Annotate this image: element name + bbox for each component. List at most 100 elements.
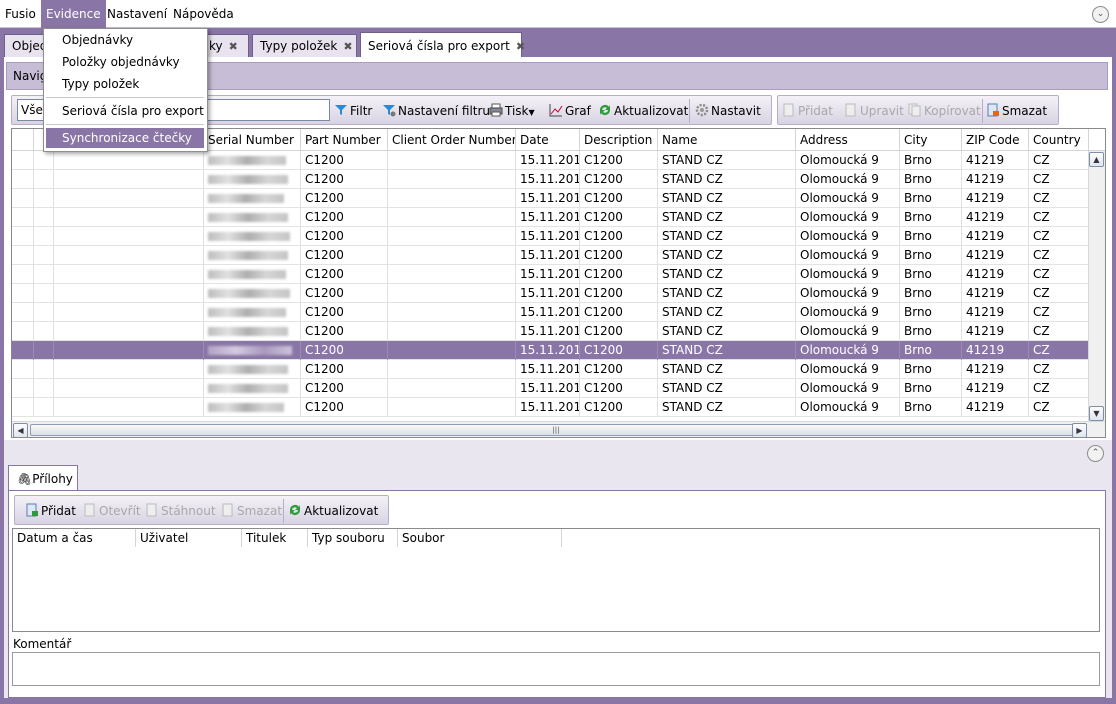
scroll-up-icon[interactable]: ▲ <box>1089 152 1104 167</box>
table-row[interactable]: C120015.11.2016C1200STAND CZOlomoucká 9B… <box>12 360 1089 379</box>
table-cell: Brno <box>900 151 962 170</box>
row-checkbox[interactable] <box>34 189 54 208</box>
table-cell: C1200 <box>580 398 658 417</box>
tab-close-icon[interactable]: ✖ <box>343 40 352 53</box>
table-row[interactable]: C120015.11.2016C1200STAND CZOlomoucká 9B… <box>12 246 1089 265</box>
column-header[interactable]: Part Number <box>301 129 388 151</box>
table-cell: STAND CZ <box>658 360 796 379</box>
redacted-serial-number <box>208 327 288 336</box>
table-cell: 15.11.2016 <box>516 227 580 246</box>
column-header[interactable]: Soubor <box>398 529 562 547</box>
attachment-refresh-button[interactable]: Aktualizovat <box>288 496 378 526</box>
row-checkbox[interactable] <box>34 341 54 360</box>
table-row[interactable]: C120015.11.2016C1200STAND CZOlomoucká 9B… <box>12 341 1089 360</box>
filter-settings-button[interactable]: Nastavení filtru <box>382 96 490 126</box>
filter-button[interactable]: Filtr <box>334 96 372 126</box>
refresh-button[interactable]: Aktualizovat <box>598 96 688 126</box>
row-checkbox[interactable] <box>34 360 54 379</box>
tab-typy-polozek[interactable]: Typy položek ✖ <box>252 34 357 57</box>
attachment-open-button[interactable]: Otevřít <box>83 496 141 526</box>
table-row[interactable]: C120015.11.2016C1200STAND CZOlomoucká 9B… <box>12 208 1089 227</box>
scroll-down-icon[interactable]: ▼ <box>1089 406 1104 421</box>
horizontal-scrollbar[interactable]: ◀ ||| ▶ <box>12 421 1105 437</box>
table-cell: STAND CZ <box>658 227 796 246</box>
scroll-right-icon[interactable]: ▶ <box>1072 423 1087 437</box>
column-header[interactable]: Client Order Number <box>388 129 516 151</box>
table-cell: CZ <box>1029 322 1089 341</box>
tab-close-icon[interactable]: ✖ <box>516 40 525 53</box>
table-cell <box>204 189 301 208</box>
menu-item-polozky-objednavky[interactable]: Položky objednávky <box>62 55 180 69</box>
menu-item-objednavky[interactable]: Objednávky <box>62 33 133 47</box>
column-header[interactable]: Typ souboru <box>308 529 398 547</box>
row-checkbox[interactable] <box>34 284 54 303</box>
tab-seriova-cisla[interactable]: Seriová čísla pro export ✖ <box>360 32 525 58</box>
comment-field[interactable] <box>12 652 1100 686</box>
collapse-panel-icon[interactable]: ⌃ <box>1087 445 1104 462</box>
copy-button[interactable]: Kopírovat <box>908 96 981 126</box>
row-checkbox[interactable] <box>34 227 54 246</box>
collapse-ribbon-icon[interactable]: ⌄ <box>1092 6 1109 23</box>
print-button[interactable]: Tisk▼ <box>489 96 535 126</box>
table-cell: Brno <box>900 398 962 417</box>
column-header[interactable]: City <box>900 129 962 151</box>
edit-button[interactable]: Upravit <box>844 96 904 126</box>
redacted-serial-number <box>208 232 290 241</box>
attachment-add-button[interactable]: Přidat <box>25 496 76 526</box>
table-row[interactable]: C120015.11.2016C1200STAND CZOlomoucká 9B… <box>12 189 1089 208</box>
table-row[interactable]: C120015.11.2016C1200STAND CZOlomoucká 9B… <box>12 303 1089 322</box>
row-checkbox[interactable] <box>34 398 54 417</box>
menu-nastaveni[interactable]: Nastavení <box>102 0 172 28</box>
row-checkbox[interactable] <box>34 322 54 341</box>
tab-close-icon[interactable]: ✖ <box>229 40 238 53</box>
chart-button[interactable]: Graf <box>549 96 591 126</box>
vertical-scrollbar[interactable]: ▲ ▼ <box>1088 151 1105 423</box>
menu-item-typy-polozek[interactable]: Typy položek <box>62 77 139 91</box>
attachment-delete-button[interactable]: Smazat <box>221 496 282 526</box>
table-cell: 15.11.2016 <box>516 151 580 170</box>
menu-fusio[interactable]: Fusio <box>0 0 41 28</box>
scroll-thumb[interactable]: ||| <box>30 424 1082 436</box>
row-checkbox[interactable] <box>34 303 54 322</box>
row-checkbox[interactable] <box>34 208 54 227</box>
row-checkbox[interactable] <box>34 170 54 189</box>
add-button[interactable]: Přidat <box>782 96 833 126</box>
column-header[interactable]: Description <box>580 129 658 151</box>
menu-item-seriova-cisla[interactable]: Seriová čísla pro export <box>62 104 204 118</box>
table-row[interactable]: C120015.11.2016C1200STAND CZOlomoucká 9B… <box>12 227 1089 246</box>
row-checkbox[interactable] <box>34 265 54 284</box>
table-row[interactable]: C120015.11.2016C1200STAND CZOlomoucká 9B… <box>12 398 1089 417</box>
column-header[interactable]: Country <box>1029 129 1089 151</box>
column-header[interactable]: Titulek <box>242 529 308 547</box>
table-row[interactable]: C120015.11.2016C1200STAND CZOlomoucká 9B… <box>12 284 1089 303</box>
table-cell: C1200 <box>301 341 388 360</box>
column-header[interactable]: Date <box>516 129 580 151</box>
column-header[interactable]: Datum a čas <box>13 529 136 547</box>
table-cell: C1200 <box>301 246 388 265</box>
column-header[interactable]: ZIP Code <box>962 129 1029 151</box>
refresh-icon <box>600 105 610 115</box>
delete-button[interactable]: Smazat <box>986 96 1047 126</box>
row-checkbox[interactable] <box>34 379 54 398</box>
settings-button[interactable]: Nastavit <box>695 96 761 126</box>
tab-attachments[interactable]: 🖇Přílohy <box>8 465 78 491</box>
table-cell: Olomoucká 9 <box>796 246 900 265</box>
attachment-download-button[interactable]: Stáhnout <box>145 496 216 526</box>
table-row[interactable]: C120015.11.2016C1200STAND CZOlomoucká 9B… <box>12 265 1089 284</box>
menu-evidence[interactable]: Evidence <box>41 0 106 28</box>
scroll-left-icon[interactable]: ◀ <box>13 423 28 437</box>
row-checkbox[interactable] <box>34 151 54 170</box>
column-header[interactable]: Name <box>658 129 796 151</box>
row-checkbox[interactable] <box>34 246 54 265</box>
menu-item-synchronizace-ctecky[interactable]: Synchronizace čtečky <box>46 128 204 148</box>
table-row[interactable]: C120015.11.2016C1200STAND CZOlomoucká 9B… <box>12 170 1089 189</box>
column-header[interactable]: Serial Number <box>204 129 301 151</box>
column-header[interactable]: Address <box>796 129 900 151</box>
column-header[interactable]: Uživatel <box>136 529 242 547</box>
table-row[interactable]: C120015.11.2016C1200STAND CZOlomoucká 9B… <box>12 151 1089 170</box>
menu-napoveda[interactable]: Nápověda <box>168 0 239 28</box>
table-row[interactable]: C120015.11.2016C1200STAND CZOlomoucká 9B… <box>12 322 1089 341</box>
row-blank-cell <box>54 246 204 265</box>
table-cell: 15.11.2016 <box>516 341 580 360</box>
table-row[interactable]: C120015.11.2016C1200STAND CZOlomoucká 9B… <box>12 379 1089 398</box>
